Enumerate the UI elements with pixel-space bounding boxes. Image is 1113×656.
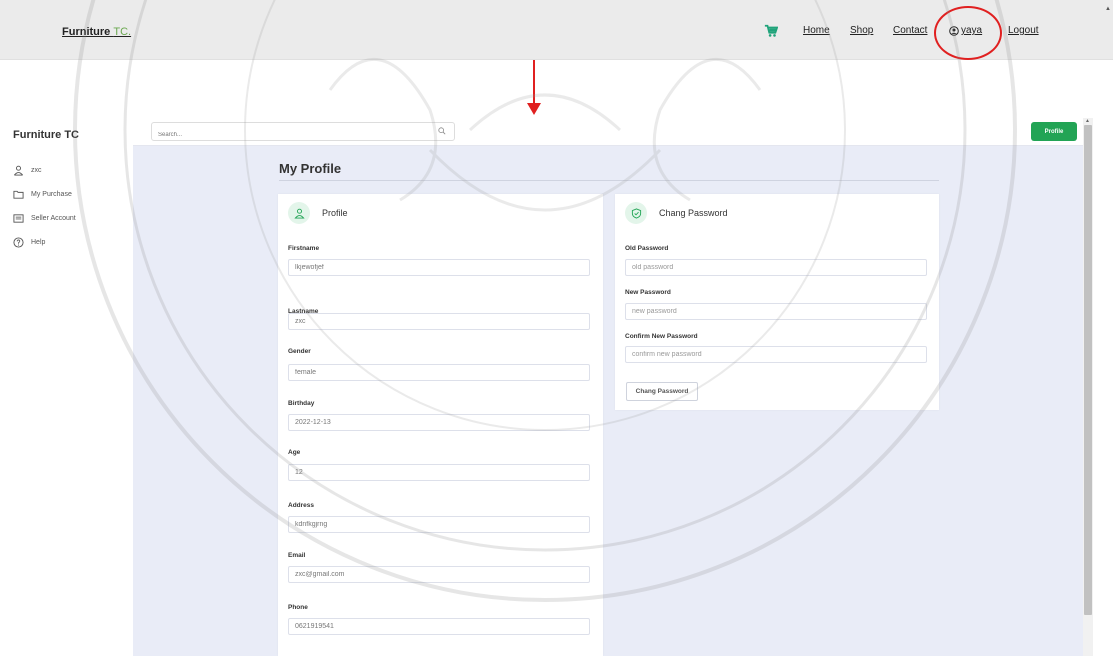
sidebar-item-label: Seller Account	[31, 215, 76, 222]
folder-icon	[13, 190, 24, 199]
sidebar-item-my-purchase[interactable]: My Purchase	[13, 189, 72, 200]
sidebar-item-label: My Purchase	[31, 191, 72, 198]
birthday-field[interactable]	[288, 414, 590, 431]
help-circle-icon	[13, 237, 24, 248]
title-divider	[279, 180, 939, 181]
nav-contact-link[interactable]: Contact	[893, 25, 927, 36]
birthday-label: Birthday	[288, 400, 315, 407]
main-content: Profile My Profile Profile Firstname Las…	[133, 118, 1083, 656]
new-password-label: New Password	[625, 289, 671, 296]
nav-shop-link[interactable]: Shop	[850, 25, 873, 36]
user-icon	[293, 208, 305, 219]
phone-label: Phone	[288, 604, 308, 611]
store-card-icon	[13, 214, 24, 223]
old-password-label: Old Password	[625, 245, 669, 252]
search-icon[interactable]	[438, 127, 446, 135]
change-password-card-title: Chang Password	[659, 208, 728, 218]
phone-field[interactable]	[288, 618, 590, 635]
sidebar-item-username[interactable]: zxc	[13, 165, 42, 176]
lastname-field[interactable]	[288, 313, 590, 330]
annotation-highlight-circle	[934, 6, 1002, 60]
profile-card-header: Profile	[288, 202, 348, 224]
confirm-password-field[interactable]	[625, 346, 927, 363]
sidebar: Furniture TC zxc My Purchase Seller Acco…	[0, 110, 132, 656]
sidebar-title: Furniture TC	[13, 129, 79, 141]
profile-card: Profile Firstname Lastname Gender Birthd…	[278, 194, 603, 656]
brand-accent-text: TC.	[113, 26, 132, 38]
search-input[interactable]	[152, 127, 428, 143]
gender-field[interactable]	[288, 364, 590, 381]
page-title: My Profile	[279, 161, 342, 176]
new-password-field[interactable]	[625, 303, 927, 320]
email-field[interactable]	[288, 566, 590, 583]
firstname-field[interactable]	[288, 259, 590, 276]
change-password-card: Chang Password Old Password New Password…	[615, 194, 939, 410]
cart-icon[interactable]	[764, 24, 778, 38]
nav-home-link[interactable]: Home	[803, 25, 830, 36]
page-scroll-up-arrow[interactable]: ▲	[1105, 6, 1111, 12]
change-password-card-header: Chang Password	[625, 202, 728, 224]
sidebar-item-help[interactable]: Help	[13, 237, 45, 248]
search-box	[151, 122, 455, 143]
old-password-field[interactable]	[625, 259, 927, 276]
age-field[interactable]	[288, 464, 590, 481]
gender-label: Gender	[288, 348, 311, 355]
change-password-button[interactable]: Chang Password	[626, 382, 698, 401]
brand-main-text: Furniture	[62, 26, 114, 38]
email-label: Email	[288, 552, 306, 559]
shield-check-icon	[631, 207, 641, 219]
nav-logout-link[interactable]: Logout	[1008, 25, 1039, 36]
scrollbar-up-arrow[interactable]: ▲	[1085, 118, 1090, 124]
annotation-arrow-head	[527, 103, 541, 115]
profile-button[interactable]: Profile	[1031, 122, 1077, 141]
address-field[interactable]	[288, 516, 590, 533]
shield-icon-badge	[625, 202, 647, 224]
user-icon	[14, 165, 23, 176]
age-label: Age	[288, 449, 301, 456]
brand-logo[interactable]: Furniture TC.	[62, 26, 131, 38]
address-label: Address	[288, 502, 315, 509]
sidebar-item-label: Help	[31, 239, 46, 246]
sidebar-item-seller-account[interactable]: Seller Account	[13, 213, 76, 224]
annotation-arrow-shaft	[533, 60, 535, 105]
profile-icon-badge	[288, 202, 310, 224]
sidebar-item-label: zxc	[31, 167, 42, 174]
profile-card-title: Profile	[322, 208, 348, 218]
firstname-label: Firstname	[288, 245, 320, 252]
content-header-bar: Profile	[133, 118, 1083, 146]
confirm-password-label: Confirm New Password	[625, 333, 698, 340]
scrollbar-thumb[interactable]	[1084, 125, 1092, 615]
